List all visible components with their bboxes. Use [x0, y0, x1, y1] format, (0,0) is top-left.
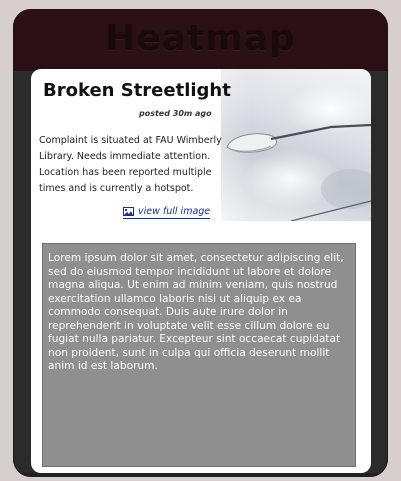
report-title: Broken Streetlight — [43, 80, 231, 101]
view-full-image-link[interactable]: view full image — [123, 206, 211, 219]
report-card: Broken Streetlight posted 30m ago Compla… — [31, 69, 371, 473]
image-icon — [123, 207, 134, 216]
posted-time: posted 30m ago — [139, 109, 212, 118]
app-header: Heatmap — [13, 9, 388, 71]
app-title: Heatmap — [105, 18, 296, 59]
report-description: Complaint is situated at FAU Wimberly Li… — [39, 135, 222, 194]
streetlight-photo — [161, 69, 371, 221]
details-text-box: Lorem ipsum dolor sit amet, consectetur … — [42, 243, 356, 467]
streetlight-illustration — [226, 84, 371, 221]
view-full-image-label: view full image — [138, 206, 211, 217]
bottom-bar — [13, 473, 388, 477]
phone-frame: Heatmap Broken Streetlight posted 30m ag… — [13, 9, 388, 477]
